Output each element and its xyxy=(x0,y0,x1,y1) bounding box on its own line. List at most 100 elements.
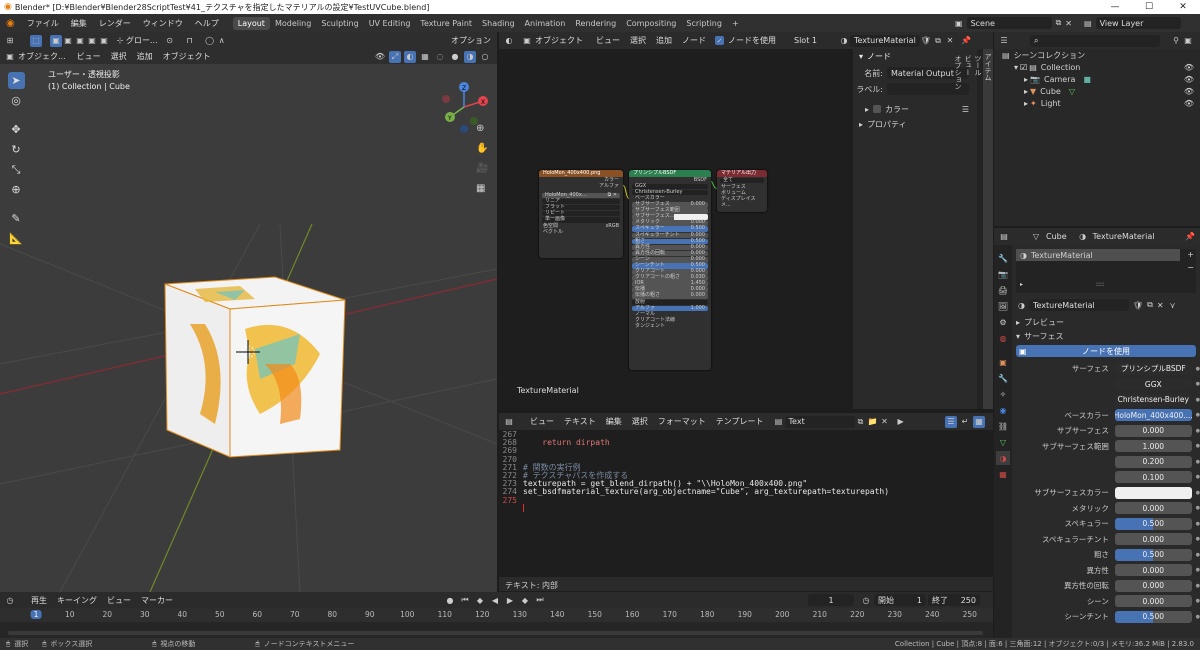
outliner-row-cube[interactable]: ▸ ▼ Cube ▽ 👁 xyxy=(994,85,1200,97)
new-material-icon[interactable]: ⧉ xyxy=(932,35,944,47)
property-value[interactable]: 1.000 xyxy=(1114,440,1192,453)
expand-icon[interactable]: ▸ xyxy=(1024,87,1028,96)
keyframe-dot-icon[interactable]: ● xyxy=(1196,412,1200,418)
property-value[interactable]: 0.100 xyxy=(1114,471,1192,484)
timeline-menu-view[interactable]: ビュー xyxy=(102,595,136,606)
menu-edit[interactable]: 編集 xyxy=(65,18,93,29)
menu-help[interactable]: ヘルプ xyxy=(189,18,225,29)
text-editor-type-icon[interactable]: ▤ xyxy=(503,416,515,428)
property-value[interactable]: 0.000 xyxy=(1114,564,1192,577)
minimize-button[interactable]: — xyxy=(1098,2,1132,12)
timeline-type-icon[interactable]: ◷ xyxy=(4,594,16,606)
play-reverse-icon[interactable]: ◀ xyxy=(489,594,501,606)
shader-mode-dropdown[interactable]: オブジェクト xyxy=(535,35,583,46)
next-key-icon[interactable]: ◆ xyxy=(519,594,531,606)
outliner-search[interactable]: ⌕ xyxy=(1030,34,1160,47)
remove-slot-icon[interactable]: − xyxy=(1187,263,1194,272)
blender-menu-icon[interactable]: ◉ xyxy=(0,18,21,29)
particles-tab-icon[interactable]: ✧ xyxy=(996,387,1010,401)
node-properties-header[interactable]: プロパティ xyxy=(867,119,907,130)
node-section-header[interactable]: ノード xyxy=(867,51,891,62)
eye-icon[interactable]: 👁 xyxy=(1184,87,1194,96)
record-icon[interactable]: ● xyxy=(444,594,456,606)
output-target-dropdown[interactable]: 全て xyxy=(720,177,764,184)
keyframe-dot-icon[interactable]: ● xyxy=(1196,428,1200,434)
tab-shading[interactable]: Shading xyxy=(477,17,520,30)
material-output-node[interactable]: マテリアル出力 全て サーフェス ボリューム ディスプレイスメ... xyxy=(717,170,767,212)
tab-layout[interactable]: Layout xyxy=(232,16,270,30)
color-checkbox[interactable] xyxy=(873,105,882,113)
mode-dropdown[interactable]: オブジェク... xyxy=(18,51,66,62)
play-icon[interactable]: ▶ xyxy=(504,594,516,606)
property-value[interactable] xyxy=(1114,486,1192,499)
proportional-icon[interactable]: ◯ xyxy=(204,35,216,47)
code-area[interactable]: 267 268 return dirpath 269 270 271 # 関数の実行例 27… xyxy=(499,430,993,577)
render-tab-icon[interactable]: 📷 xyxy=(996,267,1010,281)
zoom-icon[interactable]: ⊕ xyxy=(476,123,484,134)
property-value[interactable]: 0.000 xyxy=(1114,424,1192,437)
code-line[interactable]: 275 xyxy=(499,496,993,505)
material-slot-item[interactable]: ◑ TextureMaterial xyxy=(1016,249,1180,261)
tab-scripting[interactable]: Scripting xyxy=(681,17,727,30)
image-texture-node[interactable]: HoloMon_400x400.png カラー アルファ HoloMon_400… xyxy=(539,170,623,258)
ortho-toggle-icon[interactable]: ▦ xyxy=(476,183,485,194)
tool-tab-icon[interactable]: 🔧 xyxy=(996,251,1010,265)
use-nodes-button[interactable]: ▣ ノードを使用 xyxy=(1016,345,1196,357)
scene-icon[interactable]: ▣ xyxy=(955,19,963,28)
eye-icon[interactable]: 👁 xyxy=(1184,99,1194,108)
scene-delete-icon[interactable]: ✕ xyxy=(1065,19,1072,28)
scene-new-icon[interactable]: ⧉ xyxy=(1056,18,1062,28)
unlink-text-icon[interactable]: ✕ xyxy=(879,416,891,428)
slot-list-resize-handle[interactable]: :::: xyxy=(1096,281,1104,288)
property-value[interactable]: GGX xyxy=(1114,378,1192,391)
select-extend-icon[interactable]: ▣ xyxy=(62,35,74,47)
property-value[interactable]: 0.000 xyxy=(1114,533,1192,546)
object-mode-icon[interactable]: ▣ xyxy=(4,51,16,63)
fake-user-icon[interactable]: 🛡 xyxy=(1133,301,1143,310)
timeline-scrollbar[interactable] xyxy=(8,631,983,635)
tab-texture-paint[interactable]: Texture Paint xyxy=(415,17,477,30)
properties-editor[interactable]: ▤ ▽ Cube ◑ TextureMaterial 📌 🔧 📷 🖨 🖼 ⚙ ◍… xyxy=(994,228,1200,638)
keyframe-dot-icon[interactable]: ● xyxy=(1196,490,1200,496)
slot-link-icon[interactable]: ⋎ xyxy=(1170,301,1176,310)
scene-field[interactable]: Scene xyxy=(966,17,1052,29)
material-browse-icon[interactable]: ◑ xyxy=(1018,301,1025,310)
select-new-icon[interactable]: ▣ xyxy=(50,34,62,47)
color-space-dropdown[interactable]: sRGB xyxy=(606,223,619,229)
material-browse-icon[interactable]: ◑ xyxy=(838,35,850,47)
property-value[interactable]: Christensen-Burley xyxy=(1114,393,1192,406)
property-value[interactable]: 0.500 xyxy=(1114,548,1192,561)
code-line[interactable]: 274 set_bsdfmaterial_texture(arg_objectna… xyxy=(499,488,993,496)
viewlayer-field[interactable]: View Layer xyxy=(1095,17,1181,29)
property-value[interactable]: プリンシプルBSDF xyxy=(1114,362,1192,375)
tab-item[interactable]: アイテム xyxy=(983,49,993,409)
jump-start-icon[interactable]: ⏮ xyxy=(459,594,471,606)
output-input-displacement[interactable]: ディスプレイスメ... xyxy=(717,196,767,208)
shading-rendered-icon[interactable]: ○ xyxy=(479,51,491,63)
tab-options[interactable]: オプション xyxy=(953,49,963,409)
property-value[interactable]: HoloMon_400x400.... xyxy=(1114,409,1192,422)
shading-wire-icon[interactable]: ◌ xyxy=(434,51,446,63)
pin-icon[interactable]: 📌 xyxy=(960,35,972,47)
material-slot-list[interactable]: ◑ TextureMaterial + − ▸ :::: xyxy=(1016,249,1196,293)
jump-end-icon[interactable]: ⏭ xyxy=(534,594,546,606)
snap-icon[interactable]: ⊓ xyxy=(184,35,196,47)
slot-list-expand-icon[interactable]: ▸ xyxy=(1020,281,1023,288)
3d-viewport[interactable]: ⊞ ⬚ ▣ ▣ ▣ ▣ ▣ ⊹ グロー... ⊙ ⊓ ◯ ∧ オプション ▣ オ… xyxy=(0,32,497,592)
xray-icon[interactable]: ▦ xyxy=(419,51,431,63)
keyframe-dot-icon[interactable]: ● xyxy=(1196,459,1200,465)
property-value[interactable]: 0.500 xyxy=(1114,517,1192,530)
unlink-material-icon[interactable]: ✕ xyxy=(1157,301,1164,310)
surface-panel-header[interactable]: ▾ サーフェス xyxy=(1014,329,1200,343)
editor-type-icon[interactable]: ⊞ xyxy=(4,35,16,47)
timeline-ruler[interactable]: 1 10 20 30 40 50 60 70 80 90 100 110 120 130 140 150 160… xyxy=(0,608,993,622)
overlay-toggle-icon[interactable]: ◐ xyxy=(404,50,416,63)
outliner-type-icon[interactable]: ☰ xyxy=(998,35,1010,47)
code-line[interactable]: 268 return dirpath xyxy=(499,438,993,447)
view-layer-tab-icon[interactable]: 🖼 xyxy=(996,299,1010,313)
camera-view-icon[interactable]: 🎥 xyxy=(476,163,488,174)
open-text-icon[interactable]: 📁 xyxy=(867,416,879,428)
keyframe-dot-icon[interactable]: ● xyxy=(1196,381,1200,387)
viewport-menu-select[interactable]: 選択 xyxy=(106,51,132,62)
node-editor-type-icon[interactable]: ◐ xyxy=(503,35,515,47)
